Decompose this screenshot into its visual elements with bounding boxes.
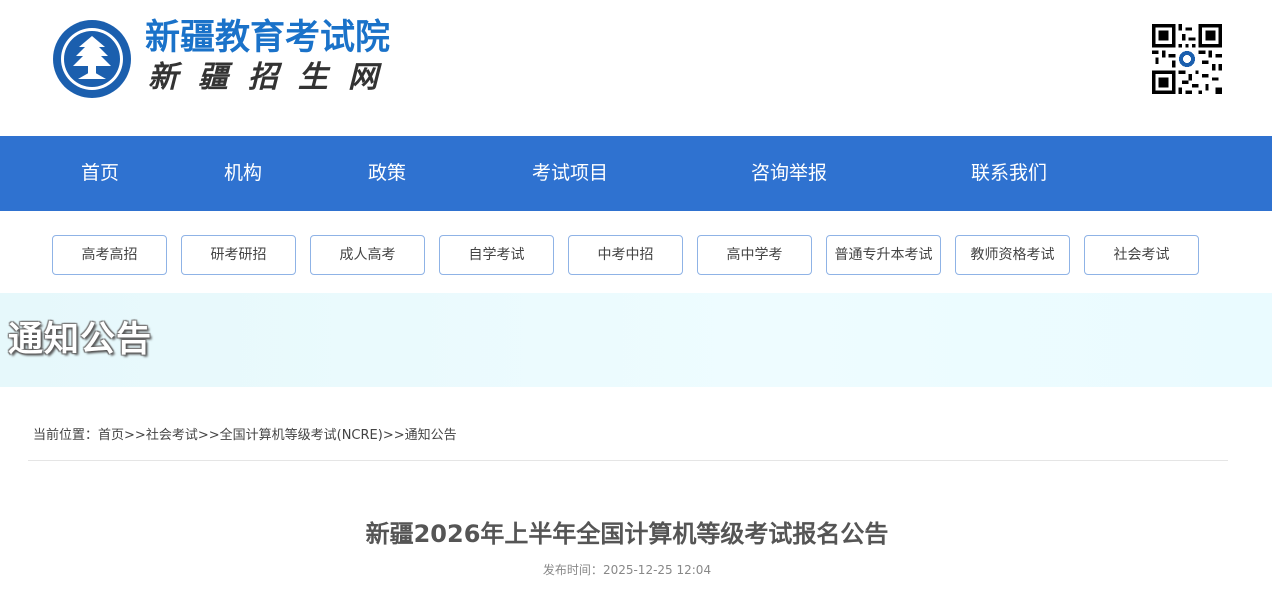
nav-item-organization[interactable]: 机构 [224,136,262,211]
breadcrumb-separator: >> [197,428,220,443]
category-button-self-study[interactable]: 自学考试 [439,235,554,275]
nav-item-exam-projects[interactable]: 考试项目 [532,136,608,211]
section-title: 通知公告 [8,320,153,360]
category-button-upgrade[interactable]: 普通专升本考试 [826,235,941,275]
nav-item-home[interactable]: 首页 [81,136,119,211]
article-title: 新疆2026年上半年全国计算机等级考试报名公告 [365,520,889,548]
nav-item-consult-report[interactable]: 咨询举报 [751,136,827,211]
category-button-gaokao[interactable]: 高考高招 [52,235,167,275]
breadcrumb-social-exams[interactable]: 社会考试 [146,428,198,443]
category-button-adult[interactable]: 成人高考 [310,235,425,275]
category-button-highschool[interactable]: 高中学考 [697,235,812,275]
publish-time-label: 发布时间： [542,563,603,577]
publish-time-value: 2025-12-25 12:04 [602,563,712,577]
emblem-logo-icon[interactable] [52,19,132,99]
site-header: 新疆教育考试院 新疆招生网 [0,0,1272,136]
category-bar: 高考高招 研考研招 成人高考 自学考试 中考中招 高中学考 普通专升本考试 教师… [0,211,1272,293]
nav-item-policy[interactable]: 政策 [368,136,406,211]
category-button-teacher[interactable]: 教师资格考试 [955,235,1070,275]
breadcrumb-home[interactable]: 首页 [98,428,124,443]
breadcrumb-prefix: 当前位置： [33,428,99,443]
nav-item-contact-us[interactable]: 联系我们 [971,136,1047,211]
breadcrumb-separator: >> [124,428,146,443]
category-button-graduate[interactable]: 研考研招 [181,235,296,275]
site-title[interactable]: 新疆教育考试院 [145,16,390,60]
qr-code-icon [1152,24,1222,94]
breadcrumb: 当前位置：首页>>社会考试>>全国计算机等级考试(NCRE)>>通知公告 [33,427,457,445]
category-button-social[interactable]: 社会考试 [1084,235,1199,275]
breadcrumb-ncre[interactable]: 全国计算机等级考试(NCRE) [220,428,383,443]
breadcrumb-divider [28,460,1228,461]
main-nav: 首页 机构 政策 考试项目 咨询举报 联系我们 [0,136,1272,211]
breadcrumb-notices[interactable]: 通知公告 [405,428,457,443]
site-subtitle: 新疆招生网 [148,60,398,95]
section-banner: 通知公告 [0,293,1272,387]
publish-time: 发布时间：2025-12-25 12:04 [0,561,1254,579]
breadcrumb-separator: >> [382,428,405,443]
category-button-zhongkao[interactable]: 中考中招 [568,235,683,275]
